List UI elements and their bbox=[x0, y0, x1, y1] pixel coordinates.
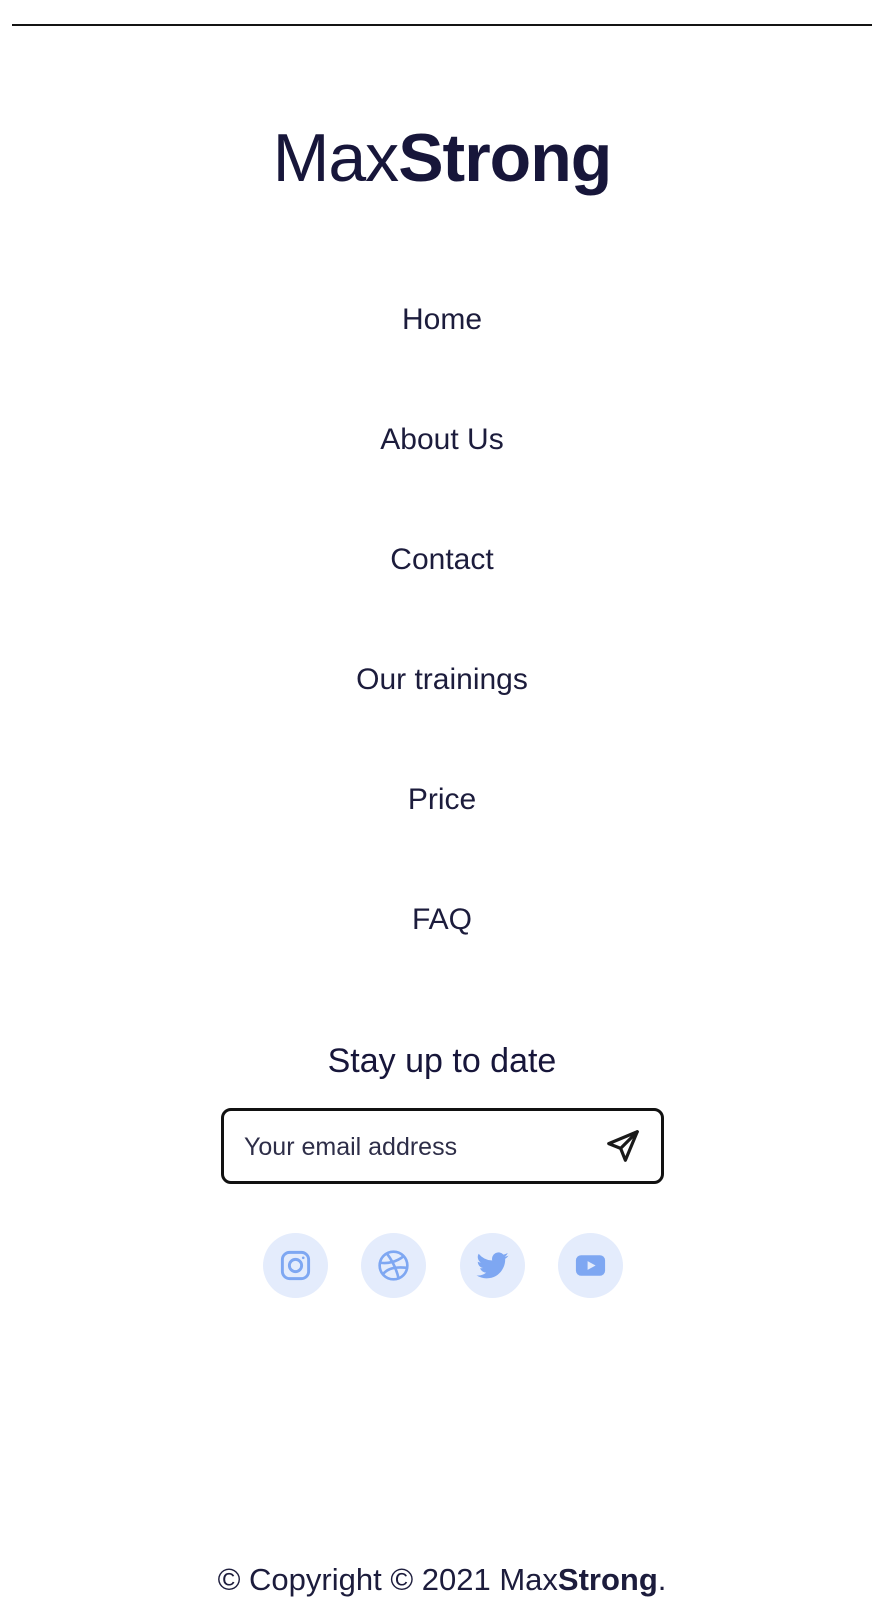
nav-our-trainings[interactable]: Our trainings bbox=[0, 660, 884, 700]
nav-home[interactable]: Home bbox=[0, 300, 884, 340]
logo[interactable]: MaxStrong bbox=[0, 118, 884, 198]
newsletter-title: Stay up to date bbox=[327, 1042, 557, 1080]
nav-faq[interactable]: FAQ bbox=[0, 900, 884, 940]
twitter-icon bbox=[476, 1252, 509, 1279]
dribbble-link[interactable] bbox=[361, 1233, 426, 1298]
youtube-icon bbox=[575, 1255, 606, 1276]
logo-light-text: Max bbox=[272, 120, 399, 196]
dribbble-icon bbox=[378, 1250, 409, 1281]
twitter-link[interactable] bbox=[460, 1233, 525, 1298]
youtube-link[interactable] bbox=[558, 1233, 623, 1298]
copyright-suffix: . bbox=[657, 1562, 667, 1597]
nav-about-us[interactable]: About Us bbox=[0, 420, 884, 460]
nav-contact[interactable]: Contact bbox=[0, 540, 884, 580]
top-divider bbox=[12, 24, 872, 26]
send-icon bbox=[607, 1130, 639, 1162]
instagram-link[interactable] bbox=[263, 1233, 328, 1298]
copyright-brand-bold: Strong bbox=[557, 1562, 658, 1597]
logo-bold-text: Strong bbox=[398, 120, 612, 196]
copyright: © Copyright © 2021 MaxStrong. bbox=[0, 1560, 884, 1600]
email-input[interactable] bbox=[244, 1127, 584, 1167]
copyright-prefix: © Copyright © 2021 Max bbox=[217, 1562, 558, 1597]
newsletter-form bbox=[221, 1108, 664, 1184]
nav-price[interactable]: Price bbox=[0, 780, 884, 820]
instagram-icon bbox=[280, 1250, 311, 1281]
send-button[interactable] bbox=[603, 1127, 643, 1167]
